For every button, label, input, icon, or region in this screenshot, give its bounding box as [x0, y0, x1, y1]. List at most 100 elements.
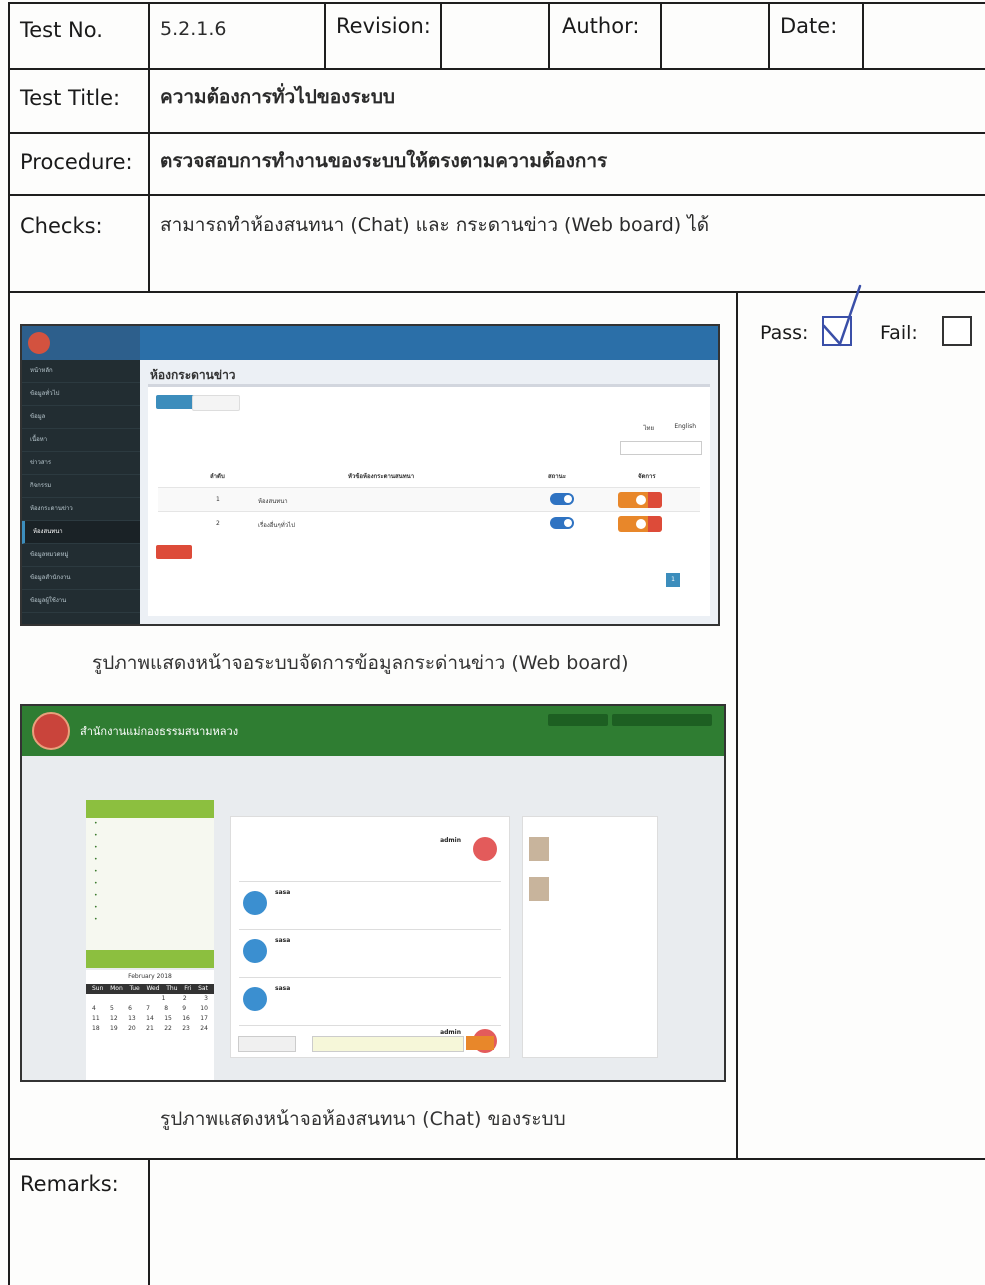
sidebar-item[interactable]: ข่าวสาร	[22, 452, 140, 475]
chat-user: admin	[440, 1029, 461, 1036]
avatar	[243, 987, 267, 1011]
webboard-caption: รูปภาพแสดงหน้าจอระบบจัดการข้อมูลกระด่านข…	[92, 652, 629, 674]
calendar: February 2018 Sun Mon Tue Wed Thu Fri Sa…	[86, 970, 214, 1080]
test-title-label: Test Title:	[20, 86, 121, 110]
menu-item[interactable]: •	[86, 818, 214, 830]
row-no: 1	[216, 496, 220, 503]
menu-item[interactable]: •	[86, 914, 214, 926]
user-photo	[529, 837, 549, 861]
lang-en[interactable]: English	[674, 423, 696, 430]
sidebar-item[interactable]: ข้อมูล	[22, 406, 140, 429]
sidebar-item[interactable]: ข้อมูลสำนักงาน	[22, 567, 140, 590]
rule	[8, 68, 985, 70]
revision-label: Revision:	[336, 14, 431, 38]
chat-caption: รูปภาพแสดงหน้าจอห้องสนทนา (Chat) ของระบบ	[160, 1108, 566, 1130]
rule	[548, 2, 550, 69]
chat-message: sasa	[239, 975, 501, 1026]
site-name: สำนักงานแม่กองธรรมสนามหลวง	[80, 725, 239, 738]
menu-item[interactable]: •	[86, 878, 214, 890]
sidebar-item[interactable]: กิจกรรม	[22, 475, 140, 498]
rule	[8, 132, 985, 134]
calendar-week: 11 12 13 14 15 16 17	[92, 1015, 208, 1022]
procedure-value: ตรวจสอบการทำงานของระบบให้ตรงตามความต้องก…	[160, 150, 608, 172]
menu-header	[86, 800, 214, 818]
row-topic: ห้องสนทนา	[258, 498, 288, 505]
calendar-days: Sun Mon Tue Wed Thu Fri Sat	[86, 984, 214, 994]
chat-screenshot: สำนักงานแม่กองธรรมสนามหลวง • • • • • • •…	[20, 704, 726, 1082]
menu-item[interactable]: •	[86, 890, 214, 902]
menu-item[interactable]: •	[86, 842, 214, 854]
sidebar-item-active[interactable]: ห้องสนทนา	[22, 521, 140, 544]
test-case-form: Test No. 5.2.1.6 Revision: Author: Date:…	[0, 0, 985, 1285]
top-button[interactable]	[548, 714, 608, 726]
sidebar-item[interactable]: ข้อมูลหมวดหมู่	[22, 544, 140, 567]
table-box: ไทย English ลำดับ หัวข้อห้องกระดานสนทนา …	[148, 384, 710, 616]
menu-item[interactable]: •	[86, 902, 214, 914]
chat-user: sasa	[275, 937, 291, 944]
row-no: 2	[216, 520, 220, 527]
rule	[148, 2, 150, 292]
test-no-value: 5.2.1.6	[160, 18, 227, 40]
calendar-month: February 2018	[128, 973, 172, 980]
sidebar-item[interactable]: หน้าหลัก	[22, 360, 140, 383]
sidebar-item[interactable]: เนื้อหา	[22, 429, 140, 452]
status-toggle[interactable]	[550, 517, 574, 529]
menu-item[interactable]: •	[86, 866, 214, 878]
menu-item[interactable]: •	[86, 830, 214, 842]
menu-box: • • • • • • • • •	[86, 800, 214, 960]
lang-th[interactable]: ไทย	[644, 423, 655, 433]
row-topic: เรื่องอื่นๆทั่วไป	[258, 522, 295, 529]
action-buttons[interactable]	[618, 516, 662, 532]
status-toggle[interactable]	[550, 493, 574, 505]
table-header: ลำดับ หัวข้อห้องกระดานสนทนา สถานะ จัดการ	[158, 463, 700, 487]
search-input[interactable]	[620, 441, 702, 455]
fail-checkbox[interactable]	[942, 316, 972, 346]
sidebar-item[interactable]: ข้อมูลผู้ใช้งาน	[22, 590, 140, 613]
sidebar-item[interactable]: ห้องกระดานข่าว	[22, 498, 140, 521]
add-button[interactable]	[192, 395, 240, 411]
rule	[768, 2, 770, 69]
online-users-panel	[522, 816, 658, 1058]
chat-user: sasa	[275, 985, 291, 992]
table-row: 1 ห้องสนทนา	[158, 487, 700, 512]
chat-message-input[interactable]	[312, 1036, 464, 1052]
list-button[interactable]	[156, 395, 196, 409]
rule	[8, 1158, 985, 1160]
test-title-value: ความต้องการทั่วไปของระบบ	[160, 86, 395, 108]
rule	[8, 194, 985, 196]
online-user	[529, 837, 649, 867]
col-header: หัวข้อห้องกระดานสนทนา	[348, 473, 415, 480]
site-header: สำนักงานแม่กองธรรมสนามหลวง	[22, 706, 724, 756]
webboard-screenshot: หน้าหลัก ข้อมูลทั่วไป ข้อมูล เนื้อหา ข่า…	[20, 324, 720, 626]
fail-label: Fail:	[880, 322, 918, 344]
chat-message: sasa	[239, 879, 501, 930]
col-header: ลำดับ	[210, 473, 225, 480]
author-label: Author:	[562, 14, 640, 38]
send-button[interactable]	[466, 1036, 494, 1050]
logo-icon	[28, 332, 50, 354]
admin-content: ห้องกระดานข่าว ไทย English ลำดับ หัวข้อห…	[140, 360, 718, 624]
rule	[8, 2, 10, 1285]
delete-button[interactable]	[156, 545, 192, 559]
menu-item[interactable]: •	[86, 854, 214, 866]
admin-sidebar: หน้าหลัก ข้อมูลทั่วไป ข้อมูล เนื้อหา ข่า…	[22, 360, 140, 624]
chat-user: admin	[440, 837, 461, 844]
top-button[interactable]	[612, 714, 712, 726]
action-buttons[interactable]	[618, 492, 662, 508]
calendar-header	[86, 950, 214, 968]
col-header: สถานะ	[548, 473, 566, 480]
checks-value: สามารถทำห้องสนทนา (Chat) และ กระดานข่าว …	[160, 214, 710, 236]
chat-name-input[interactable]	[238, 1036, 296, 1052]
rule	[148, 1158, 150, 1285]
pagination-current[interactable]: 1	[666, 573, 680, 587]
chat-user: sasa	[275, 889, 291, 896]
user-photo	[529, 877, 549, 901]
sidebar-item[interactable]: ข้อมูลทั่วไป	[22, 383, 140, 406]
avatar	[243, 891, 267, 915]
pass-checkmark-icon	[822, 284, 862, 347]
rule	[440, 2, 442, 69]
rule	[324, 2, 326, 69]
chat-message: sasa	[239, 927, 501, 978]
online-user	[529, 877, 649, 907]
table-row: 2 เรื่องอื่นๆทั่วไป	[158, 511, 700, 536]
